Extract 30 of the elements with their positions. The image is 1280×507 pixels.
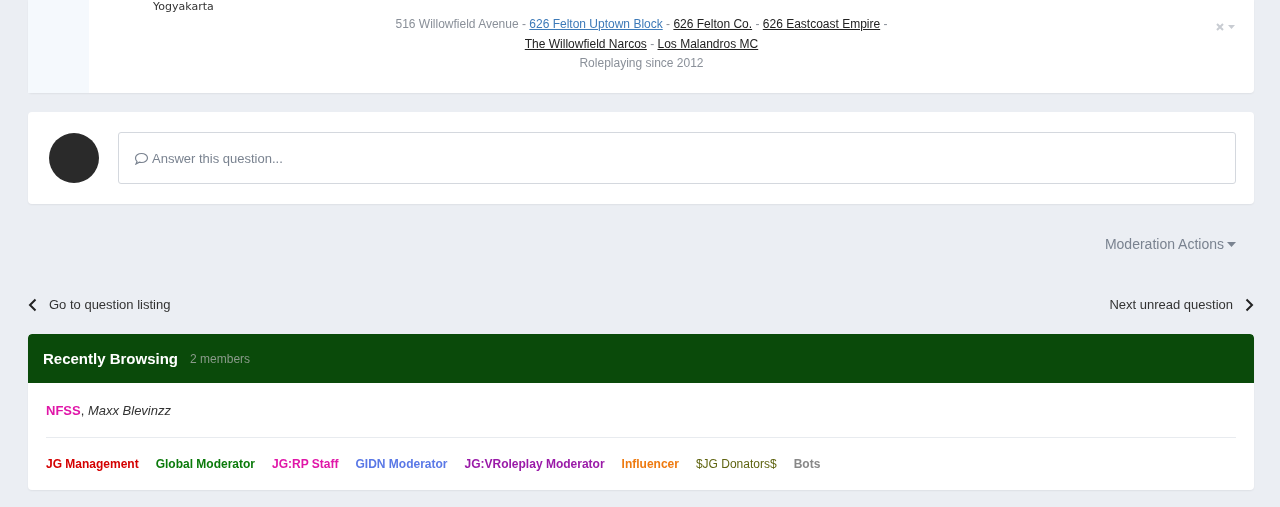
group-label: Influencer xyxy=(621,457,679,471)
chevron-left-icon xyxy=(28,297,37,312)
signature-link[interactable]: 626 Eastcoast Empire xyxy=(762,17,881,31)
member-name: Maxx Blevinzz xyxy=(87,402,171,418)
group-label: JG Management xyxy=(46,457,139,471)
signature-link[interactable]: 626 Felton Uptown Block xyxy=(529,17,663,31)
signature-link[interactable]: The Willowfield Narcos xyxy=(524,36,647,51)
group-label: Bots xyxy=(793,457,821,471)
avatar xyxy=(49,133,99,183)
signature-link[interactable]: Los Malandros MC xyxy=(657,36,759,51)
separator: , xyxy=(80,402,86,418)
chevron-right-icon xyxy=(1245,297,1254,312)
author-location: Yogyakarta xyxy=(152,0,215,13)
close-caret-icon xyxy=(1216,22,1236,32)
section-title: Recently Browsing xyxy=(43,350,179,367)
answer-field[interactable]: Answer this question... xyxy=(118,132,1236,184)
signature-link[interactable]: 626 Felton Co. xyxy=(673,17,753,31)
previous-link[interactable]: Go to question listing xyxy=(28,297,171,312)
group-label: GIDN Moderator xyxy=(355,457,448,471)
member-link[interactable]: NFSS xyxy=(46,402,81,418)
group-label: $JG Donators$ xyxy=(695,457,777,471)
group-label: Global Moderator xyxy=(155,457,256,471)
next-link[interactable]: Next unread question xyxy=(1109,297,1254,312)
signature-line: 516 Willowfield Avenue - 626 Felton Uptown Block - 626 Felton Co. - 626 Eastcoast Empire - xyxy=(395,16,888,33)
group-label: JG:RP Staff xyxy=(272,457,339,471)
group-label: JG:VRoleplay Moderator xyxy=(464,457,605,471)
signature-line: The Willowfield Narcos - Los Malandros MC xyxy=(524,35,759,53)
caret-icon xyxy=(1227,241,1236,247)
member-count: 2 members xyxy=(190,351,251,366)
signature-line: Roleplaying since 2012 xyxy=(579,55,704,72)
